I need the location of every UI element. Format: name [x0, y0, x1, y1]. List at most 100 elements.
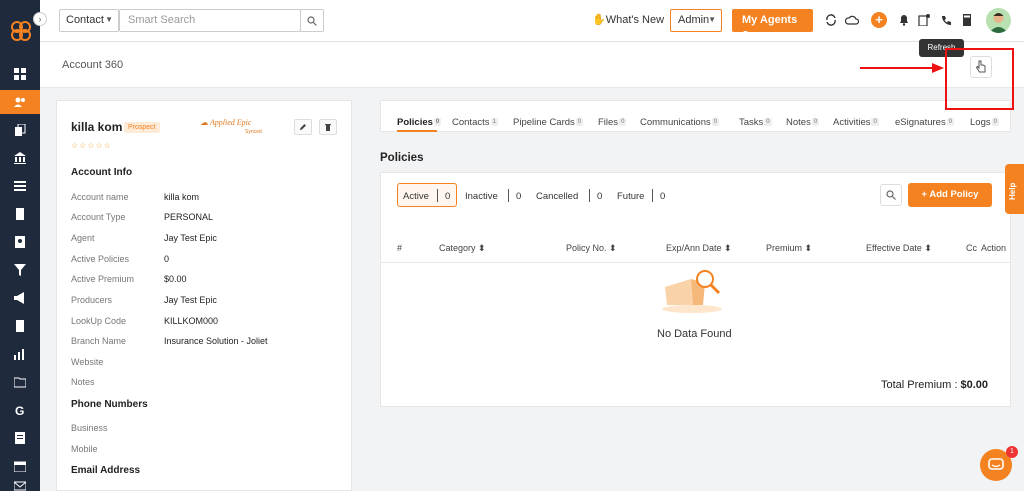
sidebar-item-google[interactable]: G [0, 398, 40, 422]
sync-icon [826, 14, 836, 26]
google-icon: G [15, 404, 24, 416]
tab-contacts[interactable]: Contacts 1 [452, 117, 498, 128]
field-label: Active Policies [71, 254, 130, 264]
edit-account-button[interactable] [294, 119, 312, 135]
sidebar-item-reports[interactable] [0, 202, 40, 226]
tasks-button[interactable] [917, 13, 931, 27]
chat-icon [988, 458, 1004, 470]
tab-tasks[interactable]: Tasks 0 [739, 117, 772, 128]
filter-divider [652, 189, 653, 202]
funnel-icon [14, 264, 26, 276]
column-header-policy-no[interactable]: Policy No. ⬍ [566, 243, 617, 254]
help-label: Help [1008, 182, 1017, 200]
field-value: 0 [164, 254, 170, 264]
tab-files[interactable]: Files 0 [598, 117, 627, 128]
field-label: Notes [71, 377, 95, 387]
filter-inactive[interactable]: Inactive [465, 191, 498, 202]
column-header-premium[interactable]: Premium ⬍ [766, 243, 812, 254]
sidebar-item-dashboard[interactable] [0, 62, 40, 86]
trash-icon [325, 124, 331, 131]
help-tab[interactable]: Help [1005, 164, 1024, 214]
field-label: Producers [71, 295, 113, 305]
contact-card-icon [15, 236, 25, 248]
dashboard-icon [14, 68, 26, 80]
admin-select-value: Admin [678, 14, 710, 26]
tab-logs[interactable]: Logs 0 [970, 117, 999, 128]
tab-pipeline-cards[interactable]: Pipeline Cards 0 [513, 117, 584, 128]
sidebar-item-list[interactable] [0, 174, 40, 198]
tab-count: 0 [764, 118, 772, 127]
sync-button[interactable] [824, 13, 838, 27]
tab-communications[interactable]: Communications 0 [640, 117, 720, 128]
column-header-cc[interactable]: Cc [966, 243, 977, 253]
sidebar-item-campaigns[interactable] [0, 286, 40, 310]
field-value: $0.00 [164, 274, 187, 284]
user-avatar[interactable] [986, 8, 1011, 33]
field-value: KILLKOM000 [164, 316, 219, 326]
tab-count: 0 [946, 118, 955, 127]
calculator-icon [963, 14, 971, 26]
plus-icon: + [875, 12, 883, 27]
account-card: killa kom Prospect ☁ Applied Epic Synced… [56, 100, 352, 491]
admin-select[interactable]: Admin ▼ [670, 9, 722, 32]
filter-active[interactable]: Active [403, 191, 429, 202]
filter-label: Cancelled [536, 191, 579, 202]
sidebar-item-institutions[interactable] [0, 146, 40, 170]
chevron-down-icon: ▼ [105, 15, 113, 24]
column-header-action: Action [981, 243, 1007, 253]
sidebar-item-folders[interactable] [0, 370, 40, 394]
contact-type-select[interactable]: Contact ▼ [59, 9, 119, 32]
delete-account-button[interactable] [319, 119, 337, 135]
search-button[interactable] [300, 9, 324, 32]
total-premium-value: $0.00 [960, 379, 988, 391]
cloud-button[interactable] [845, 13, 859, 27]
filter-future[interactable]: Future [617, 191, 644, 202]
calculator-button[interactable] [960, 13, 974, 27]
chat-unread-badge: 1 [1006, 446, 1018, 458]
filter-divider [437, 189, 438, 202]
column-header-category[interactable]: Category ⬍ [439, 243, 486, 254]
sidebar-item-contacts[interactable] [0, 90, 40, 114]
notifications-button[interactable] [897, 13, 911, 27]
policy-search-button[interactable] [880, 184, 902, 206]
topbar: Contact ▼ Smart Search ✋What's New Admin ▼… [40, 0, 1024, 42]
field-label: Branch Name [71, 336, 127, 346]
column-header-effective-date[interactable]: Effective Date ⬍ [866, 243, 932, 254]
tab-notes[interactable]: Notes 0 [786, 117, 820, 128]
my-agents-label: My Agents [742, 14, 798, 26]
account-info-title: Account Info [71, 167, 133, 178]
tab-count: 0 [575, 118, 584, 127]
column-header-exp-date[interactable]: Exp/Ann Date ⬍ [666, 243, 732, 254]
no-data-illustration-icon [662, 270, 722, 313]
sidebar-item-notes[interactable] [0, 314, 40, 338]
sidebar-collapse-button[interactable]: › [33, 12, 47, 26]
megaphone-icon [14, 292, 24, 304]
filter-count: 0 [516, 191, 522, 202]
sidebar-item-mail[interactable] [0, 474, 40, 491]
tab-count: 0 [619, 118, 627, 127]
phone-button[interactable] [939, 13, 953, 27]
tab-policies[interactable]: Policies 0 [397, 117, 442, 128]
phone-icon [941, 15, 951, 25]
my-agents-button[interactable]: My Agents ▼ [732, 9, 813, 37]
sidebar-item-documents[interactable] [0, 118, 40, 142]
sidebar-item-forms[interactable] [0, 426, 40, 450]
add-policy-button[interactable]: + Add Policy [908, 183, 992, 207]
sidebar-item-analytics[interactable] [0, 342, 40, 366]
pencil-icon [300, 124, 306, 130]
sidebar-item-contacts-book[interactable] [0, 230, 40, 254]
whats-new-label: What's New [605, 14, 665, 26]
tab-esignatures[interactable]: eSignatures 0 [895, 117, 955, 128]
active-tab-indicator [397, 130, 437, 132]
sidebar-item-pipeline[interactable] [0, 258, 40, 282]
filter-cancelled[interactable]: Cancelled [536, 191, 578, 202]
chevron-right-icon: › [38, 14, 42, 24]
tab-activities[interactable]: Activities 0 [833, 117, 879, 128]
smart-search-input[interactable]: Smart Search [119, 9, 301, 32]
search-icon [886, 190, 896, 200]
app-logo-icon [11, 21, 31, 41]
rating-stars[interactable]: ☆☆☆☆☆ [71, 141, 112, 150]
quick-add-button[interactable]: + [871, 12, 887, 28]
policies-section-title: Policies [380, 152, 424, 164]
whats-new-link[interactable]: ✋What's New [592, 13, 664, 26]
